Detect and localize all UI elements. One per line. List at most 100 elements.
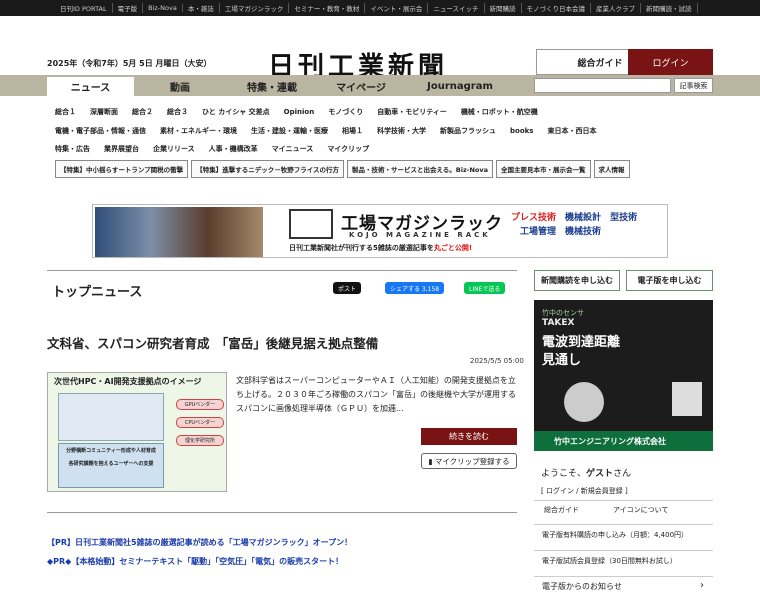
share-facebook-button[interactable]: シェアする 3,158	[385, 282, 445, 294]
site-header: 2025年（令和7年）5月 5日 月曜日（大安） 日刊工業新聞 総合ガイド ログ…	[0, 16, 760, 82]
category-link[interactable]: 生活・建設・運輸・医療	[251, 126, 328, 136]
current-date: 2025年（令和7年）5月 5日 月曜日（大安）	[47, 59, 212, 68]
category-link[interactable]: 深層断面	[90, 107, 118, 117]
paid-plan-link[interactable]: 電子版有料購読の申し込み（月額：4,400円）	[542, 530, 688, 540]
category-link[interactable]: 東日本・西日本	[547, 126, 596, 136]
receiver-device-image	[672, 382, 702, 416]
tab-video[interactable]: 動画	[140, 77, 220, 96]
ad-logo: TAKEX	[542, 318, 575, 328]
top-utility-bar: 日刊ID PORTAL 電子版 Biz-Nova 本・雑誌 工場マガジンラック …	[0, 0, 760, 16]
utility-link[interactable]: 新聞購読・試読	[641, 3, 698, 13]
feature-link[interactable]: 【特集】進撃するニデック－牧野フライスの行方	[191, 160, 344, 178]
sensor-device-image	[564, 382, 604, 422]
tab-news[interactable]: ニュース	[47, 77, 134, 96]
utility-link[interactable]: セミナー・教育・教材	[289, 3, 366, 13]
banner-magazine-names: プレス技術 機械設計 型技術 工場管理 機械技術	[511, 213, 638, 237]
tab-mypage[interactable]: マイページ	[322, 77, 400, 96]
category-row: 電機・電子部品・情報・通信 素材・エネルギー・環境 生活・建設・運輸・医療 相場…	[55, 124, 610, 138]
sidebar-menu-row: 総合ガイド アイコンについて	[534, 500, 713, 518]
sidebar-menu-row: 電子版有料購読の申し込み（月額：4,400円）	[534, 524, 713, 544]
pr-link[interactable]: ◆PR◆【本格始動】セミナーテキスト「駆動」「空気圧」「電気」の販売スタート！	[47, 556, 343, 567]
category-link[interactable]: ひと カイシャ 交差点	[202, 107, 270, 117]
banner-description: 日刊工業新聞社が刊行する5雑誌の厳選記事を丸ごと公開!	[289, 244, 473, 252]
category-link[interactable]: モノづくり	[328, 107, 363, 117]
utility-link[interactable]: Biz-Nova	[143, 4, 183, 12]
subscribe-digital-button[interactable]: 電子版を申し込む	[626, 270, 713, 291]
sidebar-icons-link[interactable]: アイコンについて	[613, 505, 668, 515]
utility-link[interactable]: 電子版	[113, 3, 144, 13]
figure-pill: 理化学研究所	[176, 435, 224, 446]
category-link[interactable]: マイニュース	[272, 144, 314, 154]
category-link[interactable]: 総合１	[55, 107, 76, 117]
category-row: 特集・広告 業界展望台 企業リリース 人事・機構改革 マイニュース マイクリップ	[55, 142, 383, 156]
magazine-covers-image	[95, 207, 263, 257]
category-link[interactable]: 自動車・モビリティー	[377, 107, 447, 117]
figure-pill: CPUベンダー	[176, 417, 224, 428]
sidebar-guide-link[interactable]: 総合ガイド	[544, 505, 579, 515]
utility-link[interactable]: ニュースイッチ	[428, 3, 485, 13]
category-link[interactable]: 企業リリース	[153, 144, 195, 154]
trial-plan-link[interactable]: 電子版試読会員登録（30日間無料お試し）	[542, 556, 677, 566]
section-divider	[47, 512, 517, 513]
category-link[interactable]: 総合３	[167, 107, 188, 117]
feature-links: 【特集】中小揺らすートランプ関税の衝撃 【特集】進撃するニデック－牧野フライスの…	[55, 160, 630, 178]
utility-link[interactable]: 産業人クラブ	[591, 3, 641, 13]
search-input[interactable]	[534, 78, 671, 93]
article-figure[interactable]: 次世代HPC・AI開発支援拠点のイメージ GPUベンダー CPUベンダー 理化学…	[47, 372, 227, 492]
share-x-button[interactable]: ポスト	[333, 282, 362, 294]
category-link[interactable]: 電機・電子部品・情報・通信	[55, 126, 146, 136]
subscribe-newspaper-button[interactable]: 新聞購読を申し込む	[534, 270, 620, 291]
utility-links: 日刊ID PORTAL 電子版 Biz-Nova 本・雑誌 工場マガジンラック …	[55, 0, 698, 16]
sidebar-menu-row: 電子版試読会員登録（30日間無料お試し）	[534, 550, 713, 570]
banner-subtitle: KOJO MAGAZINE RACK	[349, 231, 491, 239]
tab-features[interactable]: 特集・連載	[230, 77, 314, 96]
category-link[interactable]: 素材・エネルギー・環境	[160, 126, 237, 136]
ad-brand: 竹中のセンサ	[542, 309, 584, 317]
section-divider	[47, 270, 517, 271]
category-link[interactable]: マイクリップ	[327, 144, 369, 154]
magazine-rack-banner[interactable]: 工場マガジンラック KOJO MAGAZINE RACK 日刊工業新聞社が刊行す…	[92, 204, 668, 258]
myclip-button[interactable]: ▮ マイクリップ登録する	[421, 453, 517, 469]
article-headline[interactable]: 文科省、スパコン研究者育成 「富岳」後継見据え拠点整備	[47, 333, 378, 352]
category-row: 総合１ 深層断面 総合２ 総合３ ひと カイシャ 交差点 Opinion モノづ…	[55, 105, 552, 119]
figure-buildings	[58, 393, 164, 441]
login-register-link[interactable]: [ ログイン / 新規会員登録 ]	[541, 486, 628, 496]
utility-link[interactable]: モノづくり日本会議	[522, 3, 591, 13]
category-link[interactable]: 業界展望台	[104, 144, 139, 154]
feature-link[interactable]: 【特集】中小揺らすートランプ関税の衝撃	[55, 160, 189, 178]
utility-link[interactable]: 日刊ID PORTAL	[55, 3, 113, 13]
figure-pill: GPUベンダー	[176, 399, 224, 410]
section-title: トップニュース	[52, 285, 143, 300]
pr-link[interactable]: 【PR】日刊工業新聞社5雑誌の厳選記事が読める「工場マガジンラック」オープン！	[47, 537, 352, 548]
chevron-right-icon: ›	[700, 580, 704, 591]
login-button[interactable]: ログイン	[628, 49, 713, 75]
welcome-message: ようこそ、ゲストさん	[541, 469, 632, 479]
category-link[interactable]: 新製品フラッシュ	[440, 126, 496, 136]
takenaka-ad[interactable]: 竹中のセンサ TAKEX 電波到達距離 見通し 竹中エンジニアリング株式会社	[534, 300, 713, 451]
figure-title: 次世代HPC・AI開発支援拠点のイメージ	[54, 377, 202, 386]
search-button[interactable]: 記事検索	[674, 78, 713, 93]
category-link[interactable]: 特集・広告	[55, 144, 90, 154]
category-link[interactable]: 科学技術・大学	[377, 126, 426, 136]
notice-link[interactable]: 電子版からのお知らせ	[542, 581, 622, 592]
read-more-button[interactable]: 続きを読む	[421, 428, 517, 445]
feature-link[interactable]: 求人情報	[593, 160, 630, 178]
utility-link[interactable]: 新聞購読	[485, 3, 522, 13]
category-link[interactable]: 総合２	[132, 107, 153, 117]
category-link[interactable]: 相場１	[342, 126, 363, 136]
share-line-button[interactable]: LINEで送る	[464, 282, 506, 294]
tab-journagram[interactable]: Journagram	[410, 77, 510, 96]
utility-link[interactable]: 本・雑誌	[183, 3, 220, 13]
utility-link[interactable]: イベント・展示会	[365, 3, 429, 13]
sidebar-menu-row: 電子版からのお知らせ	[534, 576, 713, 596]
utility-link[interactable]: 工場マガジンラック	[220, 3, 290, 13]
category-link[interactable]: 人事・機構改革	[209, 144, 258, 154]
ad-copy: 電波到達距離 見通し	[542, 335, 621, 368]
category-link[interactable]: Opinion	[284, 108, 315, 116]
feature-link[interactable]: 製品・技術・サービスと出会える。Biz-Nova	[347, 160, 493, 178]
feature-link[interactable]: 全国主要見本市・展示会一覧	[496, 160, 591, 178]
category-link[interactable]: 機械・ロボット・航空機	[461, 107, 538, 117]
magazine-rack-icon	[289, 209, 333, 239]
article-summary: 文部科学省はスーパーコンピューターやＡＩ（人工知能）の開発支援拠点を立ち上げる。…	[236, 376, 516, 413]
category-link[interactable]: books	[510, 127, 533, 135]
